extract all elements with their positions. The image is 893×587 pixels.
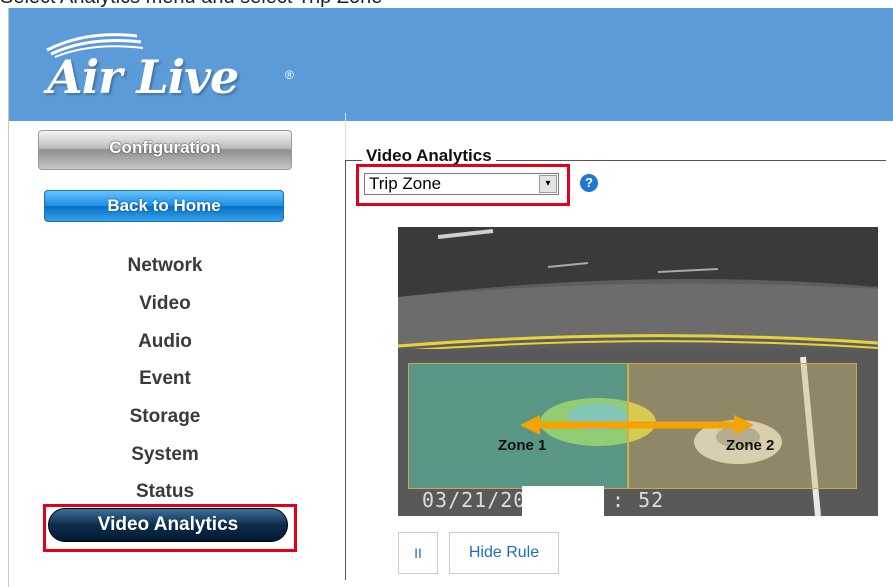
timestamp-mask: [522, 486, 604, 516]
back-to-home-button[interactable]: Back to Home: [44, 190, 284, 222]
mode-select[interactable]: Trip Zone ▾: [364, 173, 559, 195]
sidebar-item-storage[interactable]: Storage: [60, 404, 270, 430]
logo-text: Air Live: [47, 50, 239, 104]
sidebar-item-audio[interactable]: Audio: [60, 329, 270, 355]
instruction-caption: Select Analytics menu and select Trip Zo…: [0, 0, 893, 8]
timestamp-right: : 52: [612, 488, 665, 512]
registered-mark: ®: [285, 68, 294, 82]
hide-rule-button[interactable]: Hide Rule: [449, 532, 559, 574]
sidebar-item-system[interactable]: System: [60, 442, 270, 468]
timestamp-left: 03/21/20: [422, 488, 527, 512]
header-banner: Air Live ®: [9, 8, 893, 121]
mode-select-value: Trip Zone: [369, 174, 442, 193]
sidebar-item-status[interactable]: Status: [60, 479, 270, 505]
sidebar-item-event[interactable]: Event: [60, 366, 270, 392]
configuration-button[interactable]: Configuration: [38, 130, 292, 170]
airlive-logo: Air Live ®: [37, 28, 317, 118]
sidebar-item-network[interactable]: Network: [60, 253, 270, 279]
help-icon[interactable]: ?: [580, 174, 598, 192]
zone-2-label: Zone 2: [726, 437, 775, 454]
chevron-down-icon[interactable]: ▾: [539, 175, 557, 193]
video-preview: Zone 1 Zone 2 03/21/20 : 52: [398, 227, 878, 516]
zone-1-label: Zone 1: [498, 437, 547, 454]
sidebar-item-video-analytics[interactable]: Video Analytics: [48, 508, 288, 542]
trip-direction-arrow-icon: [520, 415, 754, 435]
section-title: Video Analytics: [362, 146, 496, 166]
sidebar: Configuration Back to Home Network Video…: [0, 113, 345, 579]
sidebar-item-video[interactable]: Video: [60, 291, 270, 317]
pause-button[interactable]: II: [398, 532, 438, 574]
